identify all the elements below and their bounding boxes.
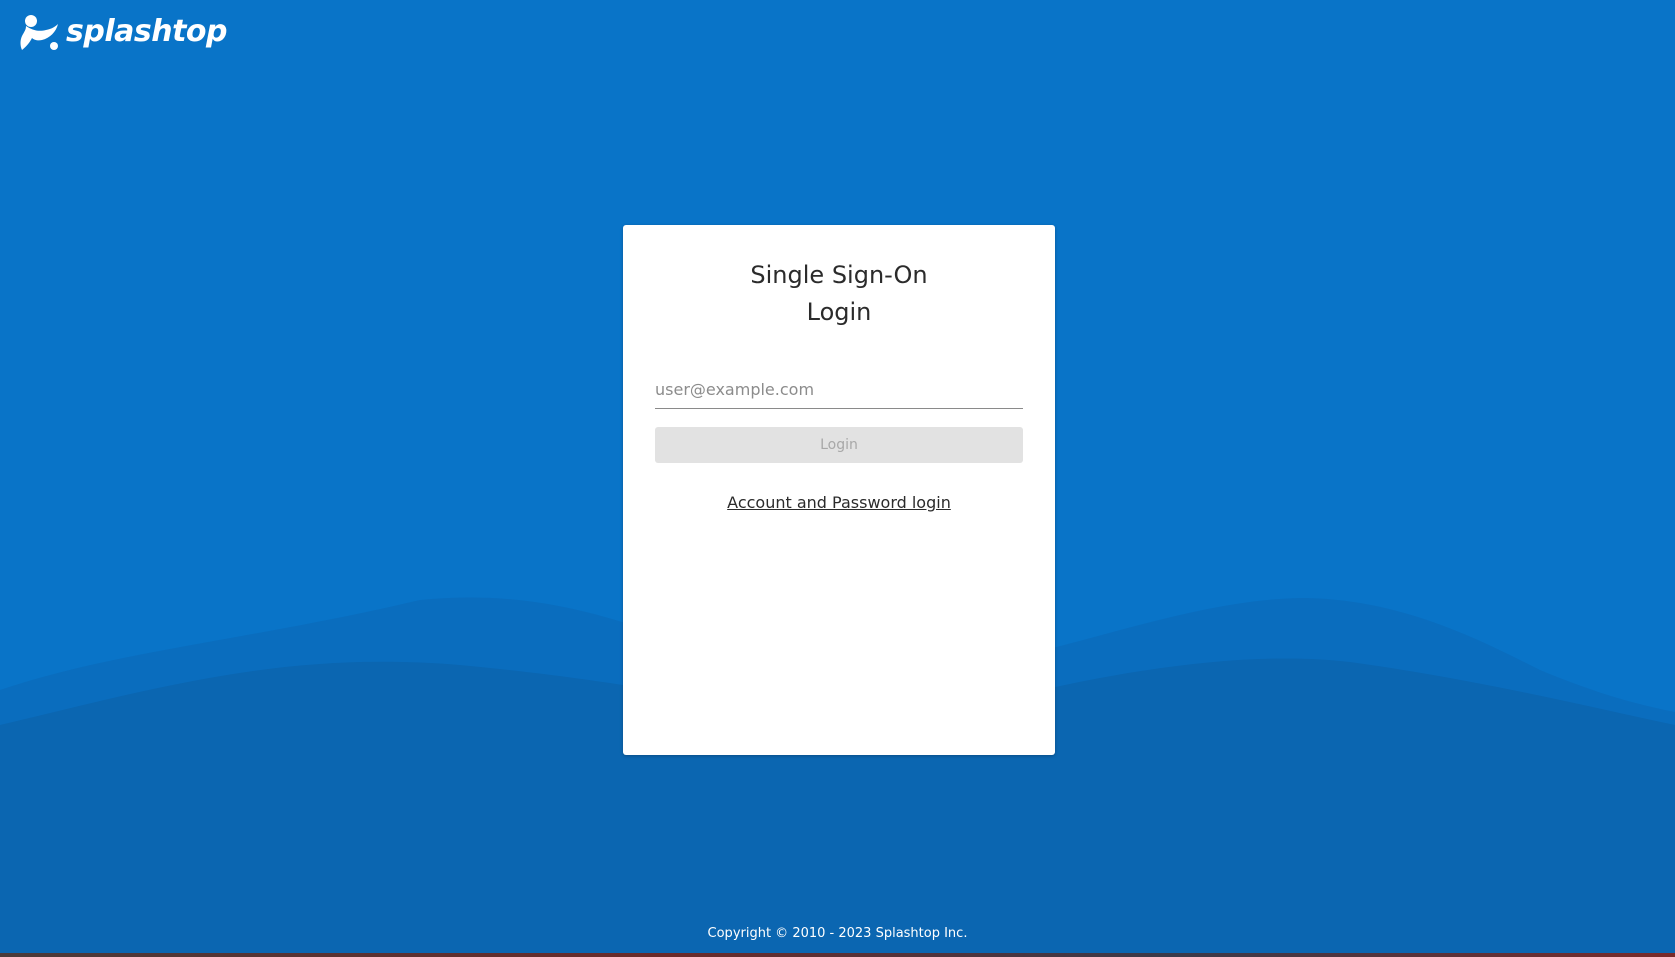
bottom-edge-strip xyxy=(0,953,1675,957)
email-field[interactable] xyxy=(655,371,1023,407)
title-line-2: Login xyxy=(806,298,872,326)
copyright-text: Copyright © 2010 - 2023 Splashtop Inc. xyxy=(707,926,968,941)
login-page: splashtop Single Sign-On Login Login Acc… xyxy=(0,0,1675,957)
title-line-1: Single Sign-On xyxy=(750,261,928,289)
login-button[interactable]: Login xyxy=(655,427,1023,463)
login-card: Single Sign-On Login Login Account and P… xyxy=(623,225,1055,755)
account-password-login-link[interactable]: Account and Password login xyxy=(623,493,1055,512)
splashtop-logo: splashtop xyxy=(18,12,228,52)
splashtop-logo-icon xyxy=(20,15,58,50)
email-field-container xyxy=(655,371,1023,409)
page-title: Single Sign-On Login xyxy=(623,257,1055,331)
brand-name: splashtop xyxy=(66,14,228,49)
